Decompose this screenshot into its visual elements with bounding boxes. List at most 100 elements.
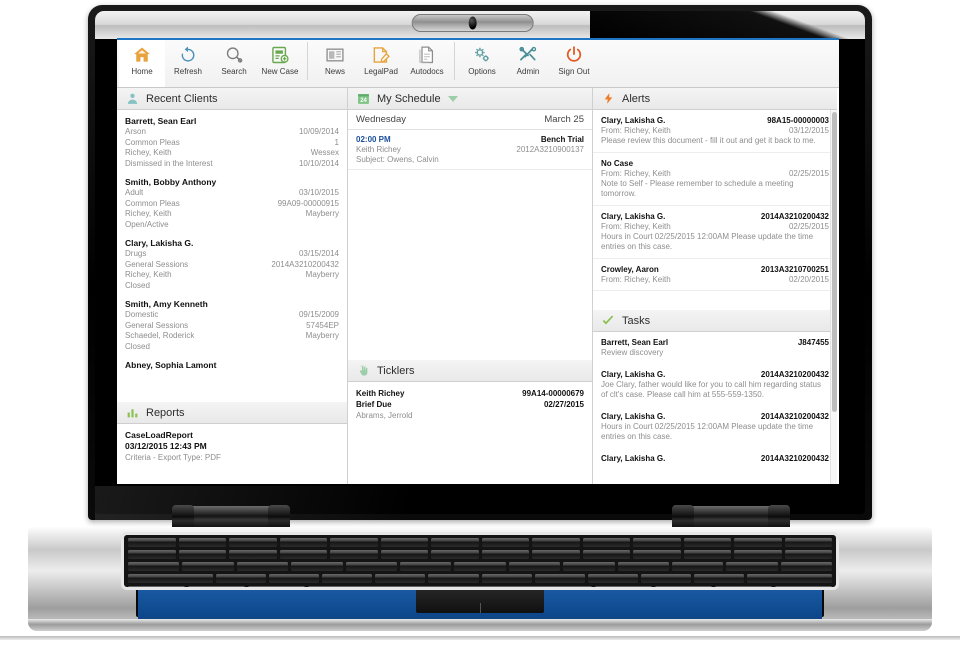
keyboard-key[interactable]: [481, 550, 529, 559]
keyboard-key[interactable]: [534, 574, 585, 583]
toolbar-button-home[interactable]: Home: [119, 40, 165, 87]
keyboard-key[interactable]: [582, 538, 630, 547]
alert-list-item[interactable]: Crowley, Aaron 2013A3210700251 From: Riche…: [593, 259, 837, 291]
alert-list-item[interactable]: No Case From: Richey, Keith 02/25/2015 Note…: [593, 153, 837, 206]
toolbar-button-autodocs[interactable]: Autodocs: [404, 40, 450, 76]
keyboard-key[interactable]: [481, 574, 532, 583]
keyboard-key[interactable]: [726, 562, 778, 571]
toolbar-button-sign-out[interactable]: Sign Out: [551, 40, 597, 76]
keyboard-key[interactable]: [633, 538, 681, 547]
keyboard-key[interactable]: [746, 574, 833, 583]
keyboard-key[interactable]: [734, 538, 782, 547]
keyboard-key[interactable]: [671, 562, 724, 571]
keyboard-key[interactable]: [247, 586, 305, 587]
keyboard-key[interactable]: [595, 586, 653, 587]
client-list-item[interactable]: Smith, Bobby Anthony Adult 03/10/2015 Commo…: [117, 171, 347, 232]
client-list-item[interactable]: Abney, Sophia Lamont: [117, 354, 347, 373]
keyboard-key[interactable]: [128, 562, 180, 571]
keyboard-key[interactable]: [128, 574, 214, 583]
scrollbar-thumb[interactable]: [832, 112, 837, 412]
trackpad[interactable]: [416, 583, 544, 613]
keyboard-key[interactable]: [322, 574, 373, 583]
keyboard-key[interactable]: [380, 550, 428, 559]
right-column-scrollbar[interactable]: [830, 110, 837, 484]
toolbar-button-admin[interactable]: Admin: [505, 40, 551, 76]
task-list-item[interactable]: Clary, Lakisha G. 2014A3210200432: [593, 448, 837, 469]
keyboard-row: [124, 574, 836, 583]
keyboard-key[interactable]: [454, 562, 506, 571]
toolbar-button-refresh[interactable]: Refresh: [165, 40, 211, 76]
keyboard-key[interactable]: [784, 550, 832, 559]
keyboard-key[interactable]: [345, 562, 397, 571]
chevron-down-icon[interactable]: [447, 95, 458, 102]
task-list-item[interactable]: Clary, Lakisha G. 2014A3210200432 Joe Clar…: [593, 364, 837, 406]
keyboard-key[interactable]: [330, 550, 378, 559]
client-list-item[interactable]: Clary, Lakisha G. Drugs 03/15/2014 General …: [117, 232, 347, 293]
keyboard-key[interactable]: [780, 562, 833, 571]
task-body: Review discovery: [601, 348, 664, 357]
toolbar-button-options[interactable]: Options: [459, 40, 505, 76]
keyboard-key[interactable]: [655, 586, 713, 587]
keyboard-key[interactable]: [715, 586, 773, 587]
keyboard-key[interactable]: [128, 538, 176, 547]
task-list-item[interactable]: Clary, Lakisha G. 2014A3210200432 Hours in…: [593, 406, 837, 448]
keyboard-key[interactable]: [269, 574, 320, 583]
client-list-item[interactable]: Barrett, Sean Earl Arson 10/09/2014 Common …: [117, 110, 347, 171]
keyboard-key[interactable]: [375, 574, 426, 583]
keyboard-key[interactable]: [128, 550, 176, 559]
keyboard-key[interactable]: [431, 538, 479, 547]
tickler-list-item[interactable]: Keith Richey 99A14-00000679 Brief Due 02/27…: [348, 382, 592, 426]
alert-list-item[interactable]: Clary, Lakisha G. 2014A3210200432 From: Ri…: [593, 206, 837, 259]
client-detail-row: Closed: [125, 281, 339, 292]
toolbar-button-new-case[interactable]: New Case: [257, 40, 303, 76]
report-list-item[interactable]: CaseLoadReport 03/12/2015 12:43 PM Criteri…: [117, 424, 347, 468]
client-list-item[interactable]: Smith, Amy Kenneth Domestic 09/15/2009 Gene…: [117, 293, 347, 354]
keyboard-key[interactable]: [229, 538, 277, 547]
keyboard-key[interactable]: [330, 538, 378, 547]
task-row-title: Barrett, Sean Earl J847455: [601, 338, 829, 347]
keyboard-key[interactable]: [532, 538, 580, 547]
keyboard-key[interactable]: [182, 562, 234, 571]
keyboard-key[interactable]: [279, 538, 327, 547]
task-list-item[interactable]: Barrett, Sean Earl J847455 Review discover…: [593, 332, 837, 364]
keyboard-key[interactable]: [633, 550, 681, 559]
keyboard-key[interactable]: [279, 550, 327, 559]
keyboard-key[interactable]: [693, 574, 744, 583]
keyboard-key[interactable]: [428, 574, 479, 583]
alert-list-item[interactable]: Clary, Lakisha G. 98A15-00000003 From: Ric…: [593, 110, 837, 153]
keyboard-key[interactable]: [399, 562, 452, 571]
schedule-event-top: 02:00 PM Bench Trial: [356, 135, 584, 144]
client-detail-right: 1: [334, 137, 339, 147]
keyboard-key[interactable]: [734, 550, 782, 559]
client-detail-row: Domestic 09/15/2009: [125, 310, 339, 321]
keyboard-key[interactable]: [178, 550, 226, 559]
trackpad-button-divider: [480, 603, 481, 613]
keyboard-key[interactable]: [587, 574, 638, 583]
keyboard-key[interactable]: [291, 562, 343, 571]
keyboard-key[interactable]: [431, 550, 479, 559]
keyboard-key[interactable]: [532, 550, 580, 559]
keyboard-key[interactable]: [380, 538, 428, 547]
keyboard-key[interactable]: [236, 562, 289, 571]
keyboard-key[interactable]: [178, 538, 226, 547]
keyboard-key[interactable]: [775, 586, 833, 587]
keyboard-key[interactable]: [187, 586, 245, 587]
keyboard-key[interactable]: [216, 574, 267, 583]
keyboard-key[interactable]: [563, 562, 615, 571]
keyboard-key[interactable]: [683, 550, 731, 559]
toolbar-button-legalpad[interactable]: LegalPad: [358, 40, 404, 76]
keyboard-key[interactable]: [582, 550, 630, 559]
keyboard-key[interactable]: [683, 538, 731, 547]
keyboard-key[interactable]: [481, 538, 529, 547]
keyboard-key[interactable]: [307, 586, 593, 587]
keyboard-key[interactable]: [640, 574, 691, 583]
keyboard[interactable]: [124, 535, 836, 587]
keyboard-key[interactable]: [508, 562, 561, 571]
toolbar-button-news[interactable]: News: [312, 40, 358, 76]
keyboard-key[interactable]: [128, 586, 185, 587]
toolbar-button-search[interactable]: Search: [211, 40, 257, 76]
keyboard-key[interactable]: [617, 562, 669, 571]
schedule-event[interactable]: 02:00 PM Bench Trial Keith Richey 2012A3210…: [348, 130, 592, 170]
keyboard-key[interactable]: [784, 538, 832, 547]
keyboard-key[interactable]: [229, 550, 277, 559]
